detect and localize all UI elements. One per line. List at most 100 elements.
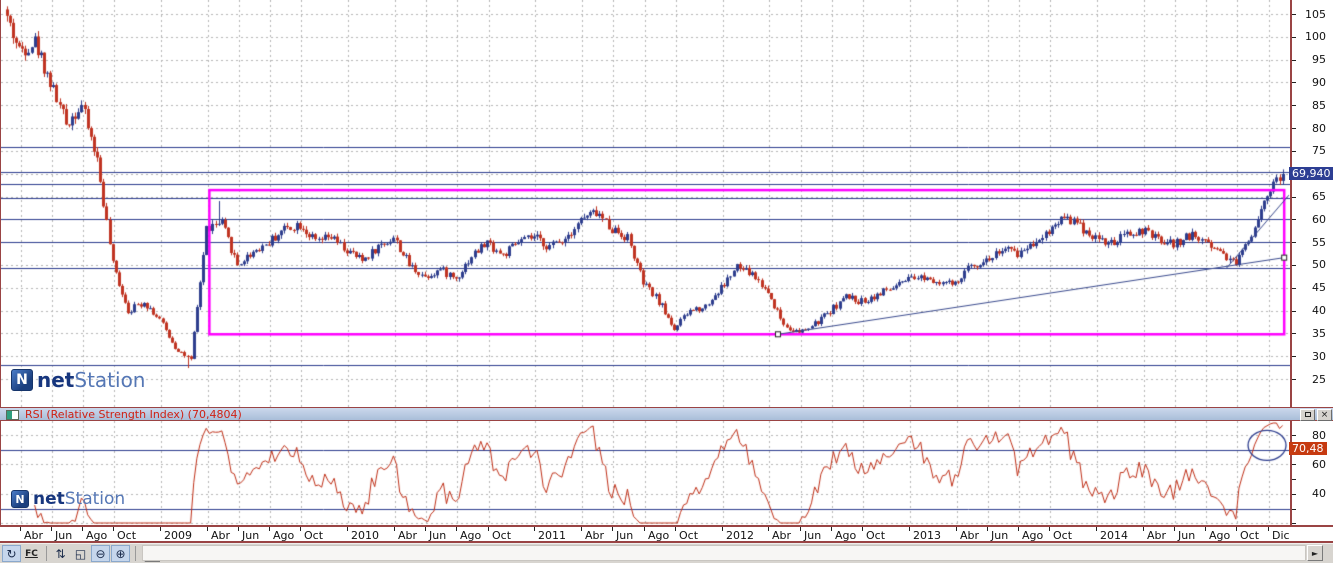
price-axis-tick bbox=[1292, 197, 1296, 198]
rsi-chart-canvas[interactable] bbox=[1, 421, 1290, 525]
price-axis-label: 80 bbox=[1312, 122, 1326, 135]
scroll-right-button[interactable]: ► bbox=[1307, 545, 1323, 561]
time-axis-tick bbox=[1018, 527, 1019, 531]
time-axis-month-label: Ago bbox=[648, 529, 669, 542]
netstation-logo-icon: N bbox=[11, 490, 29, 508]
price-axis-tick bbox=[1292, 333, 1296, 334]
rsi-axis: 806040 bbox=[1290, 421, 1333, 525]
time-axis-month-label: Jun bbox=[804, 529, 821, 542]
price-axis-label: 60 bbox=[1312, 213, 1326, 226]
fc-label: FC bbox=[25, 549, 38, 559]
time-axis-month-label: Jun bbox=[242, 529, 259, 542]
price-axis-tick bbox=[1292, 219, 1296, 220]
time-axis-month-label: Oct bbox=[679, 529, 698, 542]
price-axis-label: 45 bbox=[1312, 281, 1326, 294]
indicator-icon bbox=[6, 410, 19, 420]
time-axis-tick bbox=[160, 527, 161, 531]
horizontal-scrollbar-track[interactable] bbox=[142, 545, 1306, 561]
time-axis-month-label: Ago bbox=[460, 529, 481, 542]
price-axis-tick bbox=[1292, 82, 1296, 83]
rsi-axis-label: 80 bbox=[1312, 429, 1326, 442]
last-price-badge: 69,940 0 bbox=[1289, 167, 1333, 180]
time-axis-year-label: 2013 bbox=[913, 529, 941, 542]
time-axis-tick bbox=[1049, 527, 1050, 531]
price-axis-label: 50 bbox=[1312, 258, 1326, 271]
time-axis-month-label: Abr bbox=[1147, 529, 1166, 542]
restore-button[interactable] bbox=[1300, 409, 1315, 421]
time-axis-tick bbox=[207, 527, 208, 531]
rsi-axis-tick bbox=[1292, 494, 1296, 495]
time-axis-tick bbox=[1143, 527, 1144, 531]
rsi-axis-label: 40 bbox=[1312, 487, 1326, 500]
price-axis-tick bbox=[1292, 151, 1296, 152]
price-axis-label: 75 bbox=[1312, 144, 1326, 157]
netstation-watermark: N netStation bbox=[11, 368, 145, 392]
time-axis-tick bbox=[20, 527, 21, 531]
rsi-axis-tick bbox=[1292, 435, 1296, 436]
time-axis-tick bbox=[862, 527, 863, 531]
time-axis-tick bbox=[1205, 527, 1206, 531]
restore-icon bbox=[1305, 412, 1311, 417]
time-axis-tick bbox=[581, 527, 582, 531]
time-axis-tick bbox=[909, 527, 910, 531]
time-axis-tick bbox=[1174, 527, 1175, 531]
time-axis-year-label: 2014 bbox=[1100, 529, 1128, 542]
time-axis-year-label: 2010 bbox=[351, 529, 379, 542]
price-axis-label: 25 bbox=[1312, 373, 1326, 386]
price-axis-tick bbox=[1292, 356, 1296, 357]
close-button[interactable]: × bbox=[1317, 409, 1332, 421]
price-axis-label: 85 bbox=[1312, 99, 1326, 112]
time-axis-tick bbox=[675, 527, 676, 531]
price-axis: 105100959085807570656055504540353025 bbox=[1290, 0, 1333, 407]
time-axis-month-label: Oct bbox=[117, 529, 136, 542]
time-axis-tick bbox=[1236, 527, 1237, 531]
netstation-logo-icon: N bbox=[11, 369, 33, 391]
time-axis-month-label: Abr bbox=[398, 529, 417, 542]
price-chart-canvas[interactable] bbox=[1, 0, 1291, 407]
time-axis-month-label: Abr bbox=[24, 529, 43, 542]
time-axis-tick bbox=[644, 527, 645, 531]
zoom-in-icon[interactable]: ⊕ bbox=[111, 545, 130, 562]
price-axis-label: 40 bbox=[1312, 304, 1326, 317]
time-axis-month-label: Jun bbox=[991, 529, 1008, 542]
time-axis-tick bbox=[82, 527, 83, 531]
netstation-logo-text: netStation bbox=[33, 489, 125, 509]
time-axis-month-label: Oct bbox=[304, 529, 323, 542]
time-axis-month-label: Abr bbox=[772, 529, 791, 542]
sync-icon[interactable]: ↻ bbox=[2, 545, 21, 562]
time-axis-month-label: Abr bbox=[211, 529, 230, 542]
price-axis-tick bbox=[1292, 37, 1296, 38]
price-axis-label: 30 bbox=[1312, 350, 1326, 363]
time-axis-month-label: Abr bbox=[960, 529, 979, 542]
main-chart-panel[interactable]: N netStation bbox=[0, 0, 1290, 407]
time-axis-tick bbox=[1268, 527, 1269, 531]
price-axis-label: 105 bbox=[1305, 8, 1326, 21]
price-axis-tick bbox=[1292, 14, 1296, 15]
time-axis-month-label: Oct bbox=[492, 529, 511, 542]
time-axis-month-label: Ago bbox=[86, 529, 107, 542]
time-axis-month-label: Oct bbox=[1053, 529, 1072, 542]
fit-vertical-icon[interactable]: ⇅ bbox=[51, 545, 70, 562]
time-axis-month-label: Ago bbox=[273, 529, 294, 542]
time-axis-year-label: 2009 bbox=[164, 529, 192, 542]
fc-mode-button[interactable]: FC bbox=[22, 545, 41, 562]
new-page-icon[interactable]: ◱ bbox=[71, 545, 90, 562]
zoom-out-icon[interactable]: ⊖ bbox=[91, 545, 110, 562]
time-axis-tick bbox=[1096, 527, 1097, 531]
time-axis-tick bbox=[347, 527, 348, 531]
time-axis: Abr Jun Ago Oct 2009 Abr Jun Ago Oct 2010 Abr Jun Ag… bbox=[0, 525, 1333, 543]
time-axis-month-label: Jun bbox=[1178, 529, 1195, 542]
rsi-panel-header[interactable]: RSI (Relative Strength Index) (70,4804) … bbox=[0, 407, 1333, 421]
time-axis-month-label: Ago bbox=[1022, 529, 1043, 542]
toolbar-separator bbox=[135, 546, 136, 561]
price-axis-tick bbox=[1292, 128, 1296, 129]
time-axis-tick bbox=[831, 527, 832, 531]
time-axis-tick bbox=[987, 527, 988, 531]
rsi-panel[interactable]: N netStation bbox=[0, 421, 1290, 525]
rsi-axis-tick bbox=[1292, 509, 1296, 510]
time-axis-month-label: Oct bbox=[866, 529, 885, 542]
price-axis-tick bbox=[1292, 311, 1296, 312]
time-axis-tick bbox=[722, 527, 723, 531]
price-axis-label: 55 bbox=[1312, 236, 1326, 249]
rsi-axis-tick bbox=[1292, 464, 1296, 465]
